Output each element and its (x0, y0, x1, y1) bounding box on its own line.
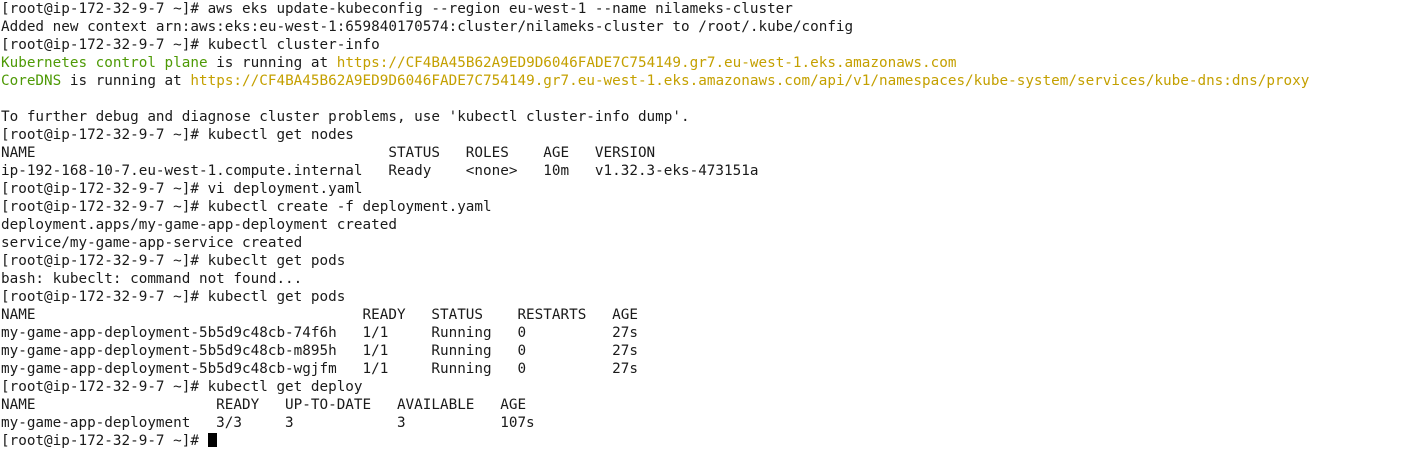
terminal-line: Kubernetes control plane is running at h… (0, 54, 1425, 72)
terminal-line: [root@ip-172-32-9-7 ~]# vi deployment.ya… (0, 180, 1425, 198)
terminal-line: NAME READY UP-TO-DATE AVAILABLE AGE (0, 396, 1425, 414)
terminal-text: Added new context arn:aws:eks:eu-west-1:… (1, 19, 854, 35)
terminal-text: my-game-app-deployment 3/3 3 3 107s (1, 415, 535, 431)
terminal-line: [root@ip-172-32-9-7 ~]# kubectl get depl… (0, 378, 1425, 396)
terminal-line: my-game-app-deployment-5b5d9c48cb-m895h … (0, 342, 1425, 360)
terminal-text: is running at (61, 73, 191, 89)
terminal-text: my-game-app-deployment-5b5d9c48cb-74f6h … (1, 325, 638, 341)
shell-prompt: [root@ip-172-32-9-7 ~]# (1, 433, 208, 449)
terminal-window[interactable]: [root@ip-172-32-9-7 ~]# aws eks update-k… (0, 0, 1425, 450)
terminal-line: Added new context arn:aws:eks:eu-west-1:… (0, 18, 1425, 36)
terminal-output: [root@ip-172-32-9-7 ~]# aws eks update-k… (0, 0, 1425, 432)
terminal-line: ip-192-168-10-7.eu-west-1.compute.intern… (0, 162, 1425, 180)
terminal-text: my-game-app-deployment-5b5d9c48cb-m895h … (1, 343, 638, 359)
terminal-prompt-line[interactable]: [root@ip-172-32-9-7 ~]# (0, 432, 1425, 450)
terminal-line: my-game-app-deployment-5b5d9c48cb-wgjfm … (0, 360, 1425, 378)
terminal-text: NAME STATUS ROLES AGE VERSION (1, 145, 656, 161)
terminal-text: bash: kubeclt: command not found... (1, 271, 303, 287)
terminal-line: [root@ip-172-32-9-7 ~]# kubectl get node… (0, 126, 1425, 144)
terminal-text: service/my-game-app-service created (1, 235, 303, 251)
service-name: CoreDNS (1, 73, 62, 89)
terminal-text: NAME READY UP-TO-DATE AVAILABLE AGE (1, 397, 527, 413)
terminal-text: [root@ip-172-32-9-7 ~]# kubectl get node… (1, 127, 354, 143)
terminal-text: NAME READY STATUS RESTARTS AGE (1, 307, 638, 323)
terminal-text: To further debug and diagnose cluster pr… (1, 109, 690, 125)
terminal-line: [root@ip-172-32-9-7 ~]# kubeclt get pods (0, 252, 1425, 270)
terminal-line: bash: kubeclt: command not found... (0, 270, 1425, 288)
text-cursor (207, 433, 217, 447)
terminal-line: [root@ip-172-32-9-7 ~]# kubectl get pods (0, 288, 1425, 306)
service-name: Kubernetes control plane (1, 55, 208, 71)
terminal-text: [root@ip-172-32-9-7 ~]# kubectl create -… (1, 199, 492, 215)
terminal-text: [root@ip-172-32-9-7 ~]# kubectl get depl… (1, 379, 363, 395)
url-link[interactable]: https://CF4BA45B62A9ED9D6046FADE7C754149… (337, 55, 957, 71)
terminal-text: [root@ip-172-32-9-7 ~]# vi deployment.ya… (1, 181, 363, 197)
terminal-line: [root@ip-172-32-9-7 ~]# kubectl create -… (0, 198, 1425, 216)
terminal-line: deployment.apps/my-game-app-deployment c… (0, 216, 1425, 234)
terminal-text: my-game-app-deployment-5b5d9c48cb-wgjfm … (1, 361, 638, 377)
terminal-line: NAME READY STATUS RESTARTS AGE (0, 306, 1425, 324)
terminal-text: [root@ip-172-32-9-7 ~]# kubectl get pods (1, 289, 346, 305)
terminal-line: NAME STATUS ROLES AGE VERSION (0, 144, 1425, 162)
terminal-text: deployment.apps/my-game-app-deployment c… (1, 217, 397, 233)
terminal-line: CoreDNS is running at https://CF4BA45B62… (0, 72, 1425, 90)
terminal-text: [root@ip-172-32-9-7 ~]# kubectl cluster-… (1, 37, 380, 53)
terminal-text: is running at (207, 55, 337, 71)
terminal-line: service/my-game-app-service created (0, 234, 1425, 252)
terminal-text: ip-192-168-10-7.eu-west-1.compute.intern… (1, 163, 759, 179)
terminal-line: my-game-app-deployment-5b5d9c48cb-74f6h … (0, 324, 1425, 342)
terminal-text: [root@ip-172-32-9-7 ~]# kubeclt get pods (1, 253, 346, 269)
url-link[interactable]: https://CF4BA45B62A9ED9D6046FADE7C754149… (190, 73, 1309, 89)
terminal-line: my-game-app-deployment 3/3 3 3 107s (0, 414, 1425, 432)
terminal-text: [root@ip-172-32-9-7 ~]# aws eks update-k… (1, 1, 793, 17)
terminal-line: [root@ip-172-32-9-7 ~]# aws eks update-k… (0, 0, 1425, 18)
terminal-line: [root@ip-172-32-9-7 ~]# kubectl cluster-… (0, 36, 1425, 54)
terminal-line: To further debug and diagnose cluster pr… (0, 108, 1425, 126)
